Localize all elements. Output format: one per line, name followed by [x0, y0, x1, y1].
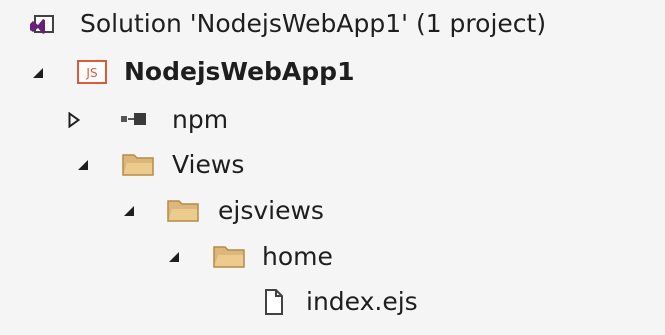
npm-icon	[121, 113, 153, 127]
folder-icon	[121, 152, 155, 178]
tree-item-index-ejs[interactable]: index.ejs	[0, 279, 665, 325]
folder-icon	[166, 198, 200, 224]
tree-item-label: ejsviews	[218, 196, 324, 225]
solution-explorer-tree: Solution 'NodejsWebApp1' (1 project) JS …	[0, 0, 665, 335]
tree-item-label: home	[262, 242, 333, 271]
solution-label: Solution 'NodejsWebApp1' (1 project)	[80, 9, 547, 38]
tree-item-ejsviews[interactable]: ejsviews	[0, 188, 665, 234]
js-project-icon: JS	[77, 60, 107, 84]
expanded-arrow-icon[interactable]	[77, 159, 89, 171]
solution-icon	[29, 13, 55, 37]
folder-icon	[212, 244, 246, 270]
tree-item-npm[interactable]: npm	[0, 97, 665, 143]
tree-item-label: npm	[172, 105, 229, 134]
tree-item-label: index.ejs	[306, 287, 418, 316]
tree-item-views[interactable]: Views	[0, 142, 665, 188]
tree-item-home[interactable]: home	[0, 234, 665, 280]
expanded-arrow-icon[interactable]	[123, 205, 135, 217]
tree-item-label: Views	[172, 150, 245, 179]
solution-node[interactable]: Solution 'NodejsWebApp1' (1 project)	[0, 1, 665, 47]
file-icon	[262, 288, 286, 316]
collapsed-arrow-icon[interactable]	[68, 112, 80, 128]
project-label: NodejsWebApp1	[124, 57, 355, 86]
expanded-arrow-icon[interactable]	[32, 67, 44, 79]
svg-text:JS: JS	[85, 66, 97, 80]
project-node[interactable]: JS NodejsWebApp1	[0, 49, 665, 95]
expanded-arrow-icon[interactable]	[168, 251, 180, 263]
